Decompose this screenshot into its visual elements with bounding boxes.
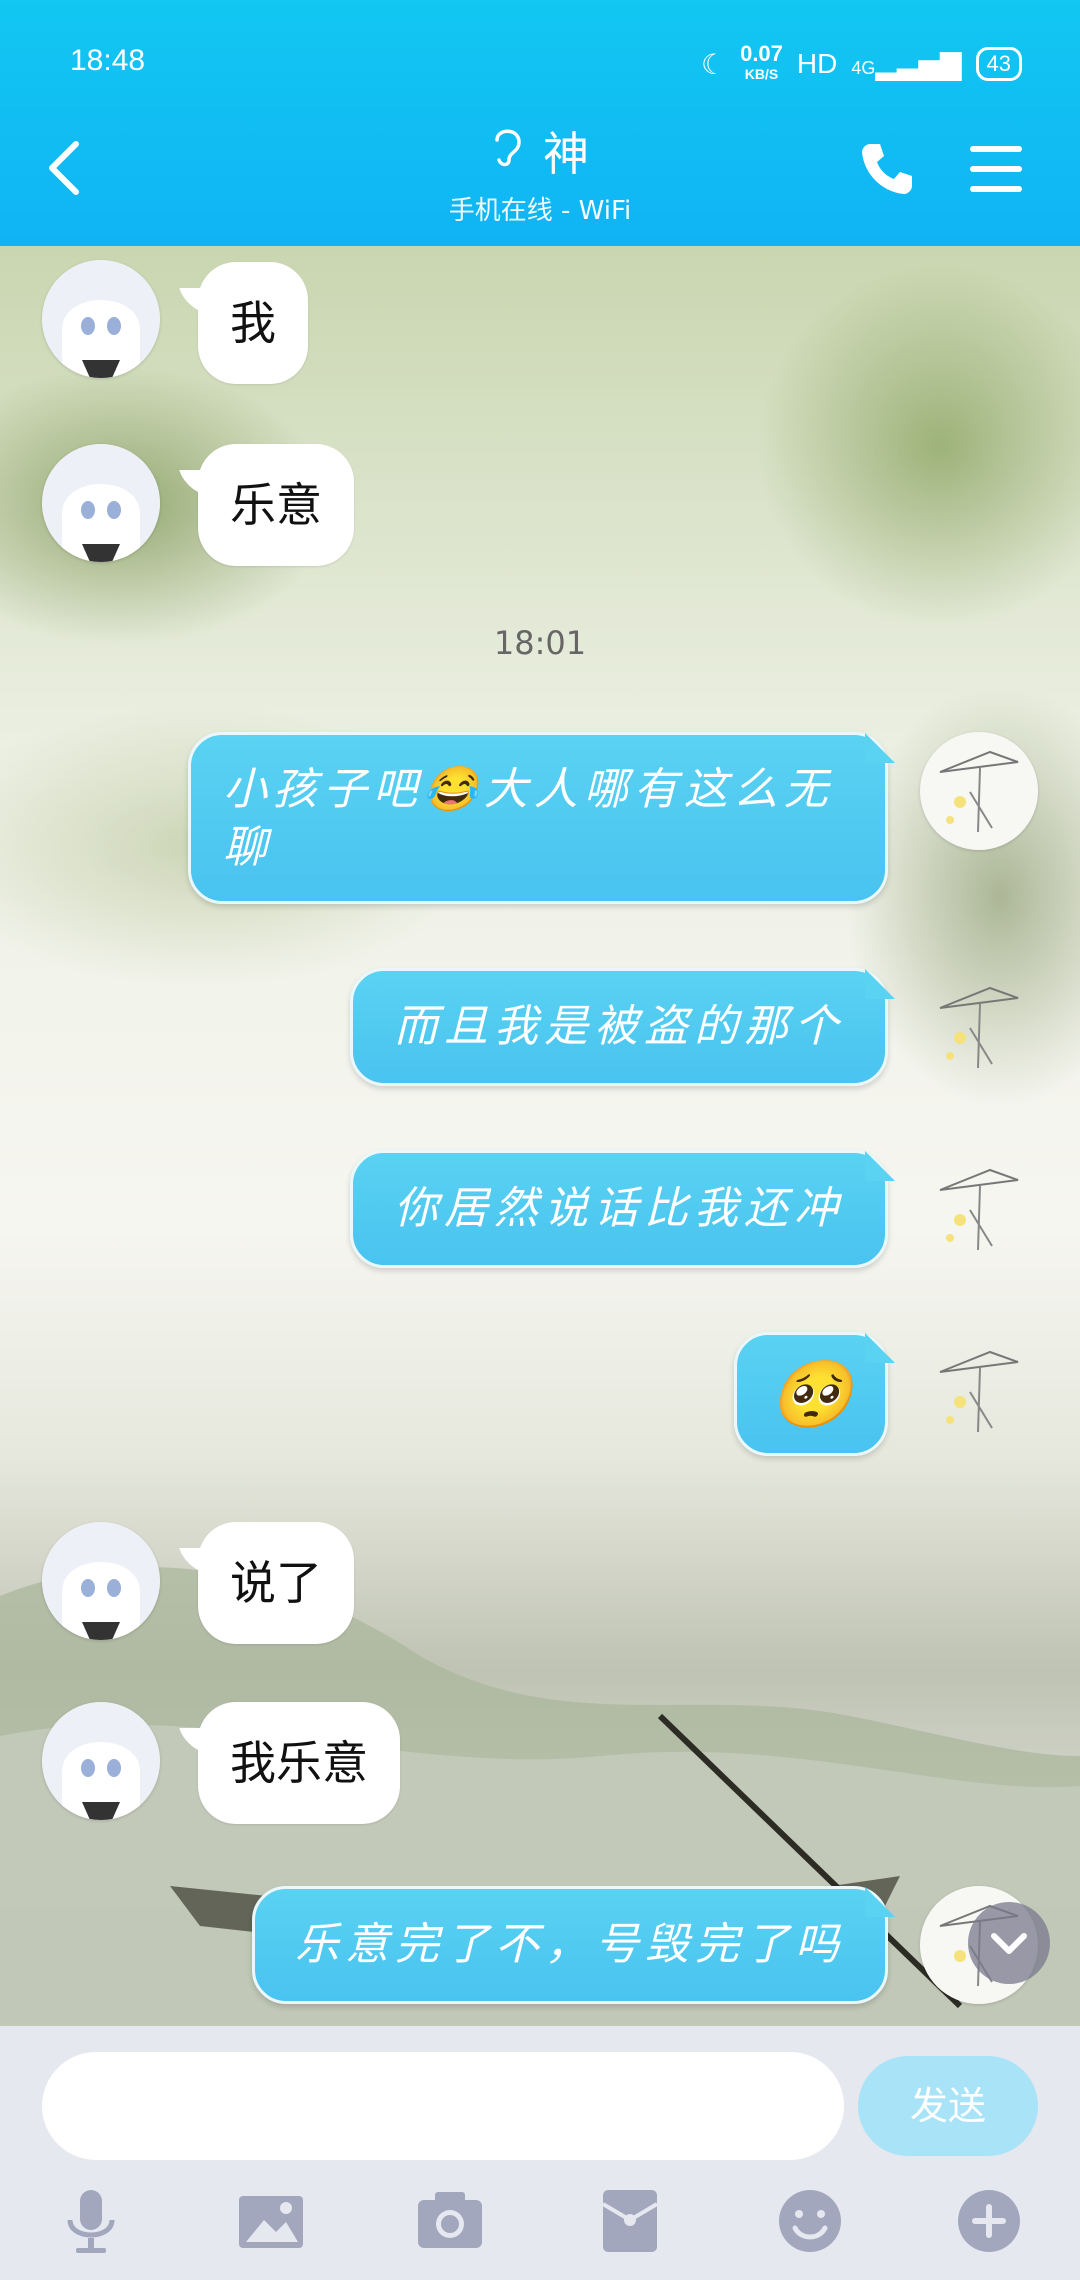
- status-time: 18:48: [70, 44, 146, 77]
- contact-avatar[interactable]: [42, 1702, 160, 1820]
- my-avatar[interactable]: [920, 732, 1038, 850]
- signal-icon: 4G▂▃▅▇: [851, 48, 962, 80]
- emoji-icon[interactable]: [775, 2186, 845, 2256]
- red-packet-icon[interactable]: [595, 2186, 665, 2256]
- menu-button[interactable]: [968, 144, 1024, 194]
- scroll-to-bottom-button[interactable]: [968, 1902, 1050, 1984]
- contact-name: 神: [543, 127, 589, 181]
- hd-label: HD: [796, 48, 838, 79]
- send-button[interactable]: 发送: [858, 2056, 1038, 2156]
- message-bubble-out[interactable]: 乐意完了不，号毁完了吗: [252, 1886, 895, 2004]
- my-avatar[interactable]: [920, 968, 1038, 1086]
- chat-area[interactable]: 我 乐意 18:01 小孩子吧😂大人哪有这么无 聊 而且我是被盗的那个 你居然说…: [0, 246, 1080, 2026]
- message-bubble-out[interactable]: 你居然说话比我还冲: [350, 1150, 895, 1268]
- ear-icon[interactable]: [491, 124, 525, 179]
- online-status: 手机在线 - WiFi: [448, 196, 632, 226]
- message-bubble-in[interactable]: 说了: [198, 1522, 354, 1644]
- message-bubble-emoji[interactable]: 🥺: [734, 1332, 895, 1456]
- moon-icon: ☾: [700, 48, 727, 80]
- contact-avatar[interactable]: [42, 444, 160, 562]
- message-bubble-out[interactable]: 小孩子吧😂大人哪有这么无 聊: [188, 732, 895, 904]
- message-bubble-in[interactable]: 我: [198, 262, 308, 384]
- message-timestamp: 18:01: [493, 624, 587, 662]
- network-speed: 0.07 KB/S: [740, 41, 783, 83]
- camera-icon[interactable]: [415, 2186, 485, 2256]
- message-input[interactable]: [42, 2052, 844, 2160]
- phone-call-button[interactable]: [858, 140, 916, 198]
- microphone-icon[interactable]: [56, 2186, 126, 2256]
- chat-header: 18:48 ☾ 0.07 KB/S HD 4G▂▃▅▇ 43 神 手机在线 - …: [0, 0, 1080, 246]
- message-bubble-in[interactable]: 乐意: [198, 444, 354, 566]
- battery-icon: 43: [975, 47, 1022, 81]
- input-bar: 发送: [0, 2026, 1080, 2280]
- plus-icon[interactable]: [954, 2186, 1024, 2256]
- laughing-emoji: 😂: [423, 764, 484, 815]
- status-indicators: ☾ 0.07 KB/S HD 4G▂▃▅▇ 43: [700, 41, 1022, 84]
- my-avatar[interactable]: [920, 1150, 1038, 1268]
- chat-title-block: 神 手机在线 - WiFi: [0, 118, 1080, 227]
- message-bubble-out[interactable]: 而且我是被盗的那个: [350, 968, 895, 1086]
- my-avatar[interactable]: [920, 1332, 1038, 1450]
- image-icon[interactable]: [236, 2186, 306, 2256]
- contact-avatar[interactable]: [42, 260, 160, 378]
- pleading-emoji: 🥺: [769, 1356, 853, 1433]
- message-bubble-in[interactable]: 我乐意: [198, 1702, 400, 1824]
- contact-avatar[interactable]: [42, 1522, 160, 1640]
